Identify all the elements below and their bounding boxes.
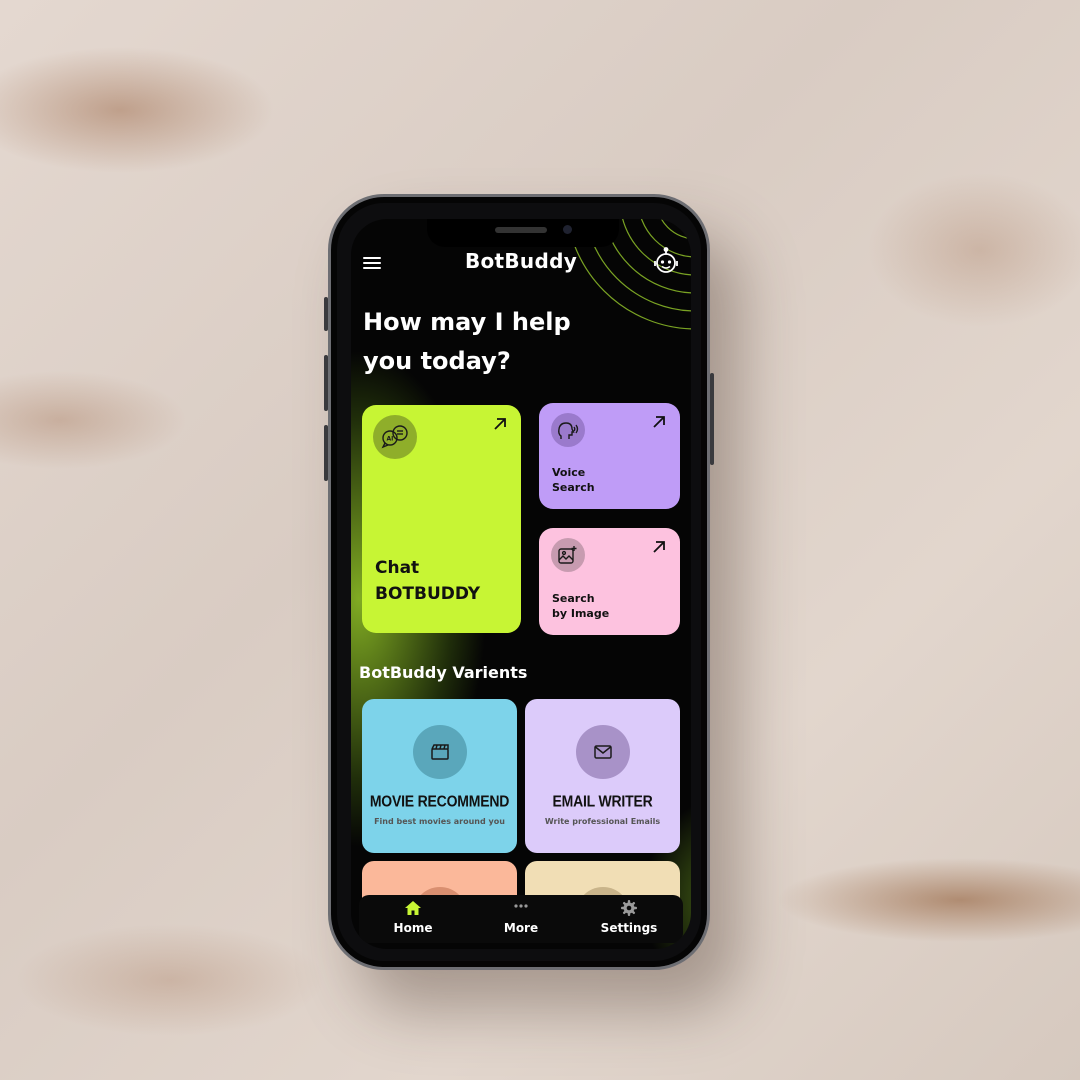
image-card-label: Search by Image (552, 591, 609, 621)
home-icon (405, 901, 421, 915)
nav-settings-label: Settings (600, 921, 658, 935)
bot-avatar-icon[interactable] (651, 247, 681, 277)
nav-settings[interactable]: Settings (575, 895, 683, 943)
phone-notch (427, 219, 619, 247)
phone-mute-switch (324, 297, 328, 331)
nav-more-label: More (503, 921, 539, 935)
email-writer-title: EMAIL WRITER (552, 791, 653, 811)
phone-power-button (710, 373, 714, 465)
voice-card-label: Voice Search (552, 465, 595, 495)
nav-more[interactable]: More (467, 895, 575, 943)
svg-text:AI: AI (387, 436, 394, 443)
chat-card-label: Chat BOTBUDDY (375, 555, 480, 607)
arrow-up-right-icon (653, 541, 665, 553)
chat-botbuddy-card[interactable]: AI Chat BOTBUDDY (362, 405, 521, 633)
email-writer-card[interactable]: EMAIL WRITER Write professional Emails (525, 699, 680, 853)
marble-background: { "app": { "title": "BotBuddy" }, "greet… (0, 0, 1080, 1080)
greeting-line-2: you today? (363, 347, 511, 375)
app-screen: BotBuddy How may I help you today? AI Ch… (351, 219, 691, 949)
greeting-heading: How may I help you today? (363, 303, 623, 381)
bottom-navigation: Home More Settings (359, 895, 683, 943)
gear-icon (621, 900, 637, 916)
image-search-icon (551, 538, 585, 572)
app-title: BotBuddy (464, 249, 578, 273)
movie-recommend-title: MOVIE RECOMMEND (369, 791, 510, 811)
movie-recommend-card[interactable]: MOVIE RECOMMEND Find best movies around … (362, 699, 517, 853)
arrow-up-right-icon (494, 418, 506, 430)
chat-card-line-1: Chat (375, 558, 420, 578)
dots-icon (514, 904, 528, 908)
nav-home[interactable]: Home (359, 895, 467, 943)
phone-volume-up (324, 355, 328, 411)
phone-mockup: BotBuddy How may I help you today? AI Ch… (324, 194, 714, 970)
front-camera (563, 225, 572, 234)
voice-card-line-1: Voice (552, 466, 586, 479)
ai-chat-icon: AI (373, 415, 417, 459)
image-card-line-1: Search (552, 592, 595, 605)
voice-search-card[interactable]: Voice Search (539, 403, 680, 509)
search-by-image-card[interactable]: Search by Image (539, 528, 680, 635)
app-header: BotBuddy (351, 247, 691, 283)
clapperboard-icon (412, 725, 467, 779)
movie-recommend-desc: Find best movies around you (374, 817, 505, 826)
variants-section-title: BotBuddy Varients (359, 663, 528, 682)
image-card-line-2: by Image (552, 607, 610, 620)
mail-icon (575, 725, 630, 779)
chat-card-line-2: BOTBUDDY (375, 584, 481, 604)
arrow-up-right-icon (653, 416, 665, 428)
greeting-line-1: How may I help (363, 308, 571, 336)
nav-home-label: Home (393, 921, 433, 935)
voice-head-icon (551, 413, 585, 447)
voice-card-line-2: Search (552, 481, 595, 494)
email-writer-desc: Write professional Emails (544, 817, 661, 826)
speaker-grille (495, 227, 547, 233)
phone-volume-down (324, 425, 328, 481)
